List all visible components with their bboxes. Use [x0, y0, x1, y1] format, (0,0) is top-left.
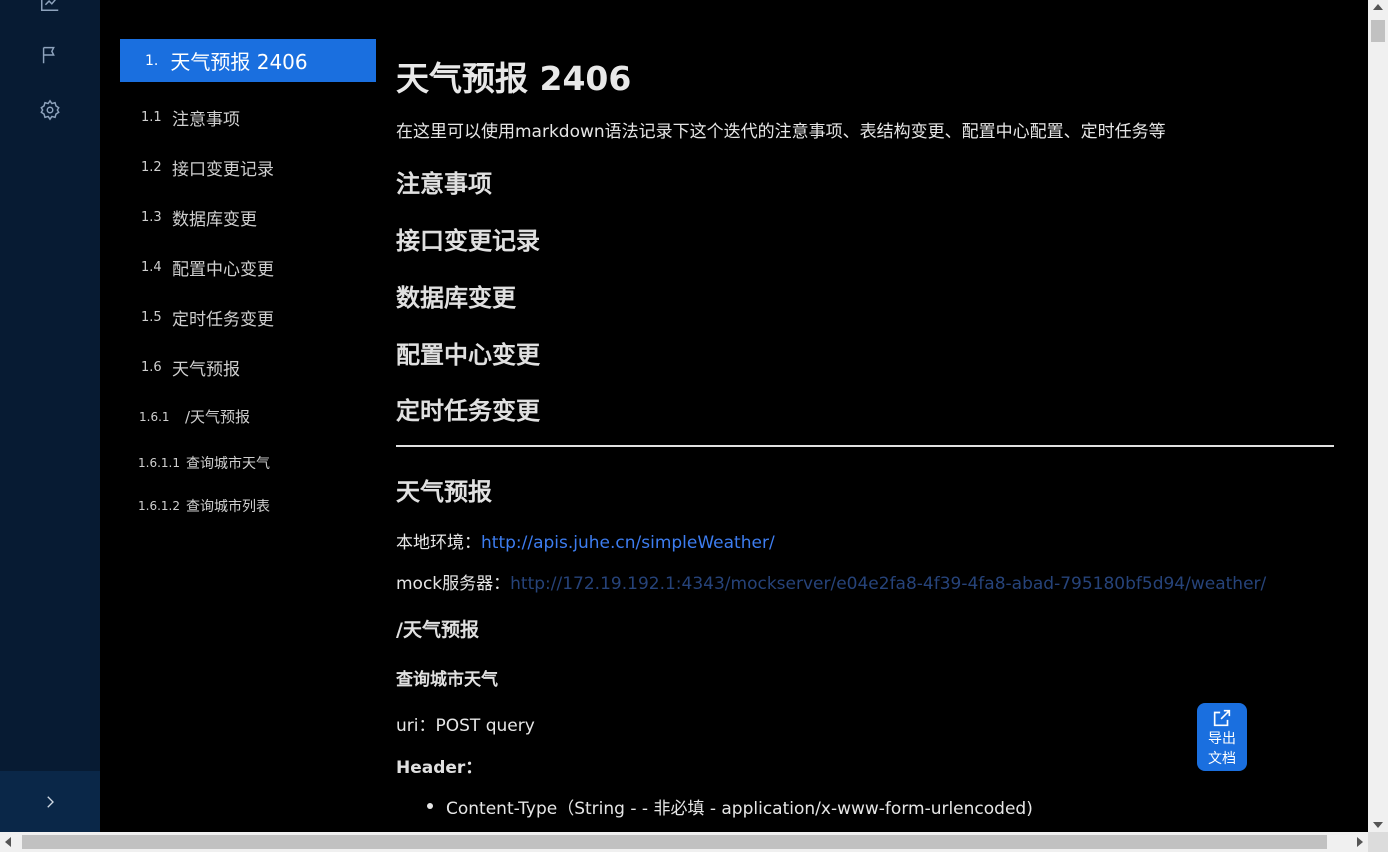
- uri-text: uri：POST query: [396, 716, 535, 736]
- horizontal-scroll-thumb[interactable]: [22, 835, 1327, 849]
- left-rail: [0, 0, 100, 832]
- scroll-down-arrow[interactable]: [1373, 822, 1383, 828]
- toc-number: 1.6.1.1: [138, 456, 180, 470]
- scrollbar-corner: [1368, 832, 1388, 852]
- toc-label: 配置中心变更: [172, 260, 274, 280]
- toc-label: 查询城市列表: [186, 499, 270, 515]
- toc-item[interactable]: 1.2 接口变更记录: [120, 155, 274, 180]
- toc-item[interactable]: 1.6.1.1 查询城市天气: [120, 453, 270, 473]
- mock-label: mock服务器：: [396, 574, 511, 594]
- gear-icon[interactable]: [38, 98, 62, 122]
- toc-label: 定时任务变更: [172, 310, 274, 330]
- toc-number: 1.6.1.2: [138, 499, 180, 513]
- section-heading: 定时任务变更: [396, 397, 540, 425]
- toc-number: 1.5: [141, 310, 162, 325]
- header-label: Header：: [396, 758, 483, 778]
- export-label-line2: 文档: [1208, 751, 1236, 767]
- page-title: 天气预报 2406: [396, 59, 632, 98]
- expand-rail-button[interactable]: [0, 771, 100, 832]
- section-heading: 数据库变更: [396, 284, 516, 312]
- toc-label: 查询城市天气: [186, 456, 270, 472]
- toc-label: /天气预报: [185, 408, 251, 426]
- toc-item[interactable]: 1.4 配置中心变更: [120, 255, 274, 280]
- local-env-label: 本地环境：: [396, 533, 481, 553]
- vertical-scroll-thumb[interactable]: [1371, 20, 1385, 42]
- section-heading: 配置中心变更: [396, 341, 540, 369]
- toc-item-active[interactable]: 1. 天气预报 2406: [120, 39, 376, 82]
- mock-server-link[interactable]: http://172.19.192.1:4343/mockserver/e04e…: [510, 574, 1266, 594]
- chart-icon[interactable]: [38, 0, 62, 14]
- toc-number: 1.1: [141, 110, 162, 125]
- toc-item[interactable]: 1.6.1.2 查询城市列表: [120, 496, 270, 516]
- intro-text: 在这里可以使用markdown语法记录下这个迭代的注意事项、表结构变更、配置中心…: [396, 122, 1166, 142]
- scroll-right-arrow[interactable]: [1357, 837, 1363, 847]
- export-document-button[interactable]: 导出 文档: [1197, 703, 1247, 771]
- scroll-up-arrow[interactable]: [1373, 4, 1383, 10]
- toc-item[interactable]: 1.6.1 /天气预报: [120, 406, 250, 427]
- toc-label: 注意事项: [172, 110, 240, 130]
- toc-number: 1.4: [141, 260, 162, 275]
- flag-icon[interactable]: [38, 43, 62, 67]
- toc-label: 天气预报: [172, 360, 240, 380]
- toc-number: 1.: [145, 52, 159, 69]
- path-heading: /天气预报: [396, 619, 479, 641]
- external-link-icon: [1213, 709, 1231, 727]
- toc-label: 接口变更记录: [172, 160, 274, 180]
- export-label-line1: 导出: [1208, 731, 1236, 747]
- divider: [396, 445, 1334, 447]
- toc-number: 1.2: [141, 160, 162, 175]
- vertical-scrollbar[interactable]: [1368, 0, 1388, 832]
- table-of-contents: 1. 天气预报 2406 1.1 注意事项 1.2 接口变更记录 1.3 数据库…: [120, 39, 376, 515]
- toc-number: 1.6.1: [139, 409, 170, 424]
- section-heading: 注意事项: [396, 170, 492, 198]
- toc-label: 天气预报 2406: [170, 50, 308, 74]
- mock-server-line: mock服务器：http://172.19.192.1:4343/mockser…: [396, 569, 1266, 594]
- header-list-item: Content-Type（String - - 非必填 - applicatio…: [396, 794, 1033, 819]
- horizontal-scrollbar[interactable]: [0, 832, 1368, 852]
- toc-number: 1.3: [141, 210, 162, 225]
- local-env-line: 本地环境：http://apis.juhe.cn/simpleWeather/: [396, 528, 775, 553]
- toc-item[interactable]: 1.5 定时任务变更: [120, 305, 274, 330]
- api-heading: 查询城市天气: [396, 670, 498, 690]
- weather-heading: 天气预报: [396, 478, 492, 506]
- toc-item[interactable]: 1.1 注意事项: [120, 105, 240, 130]
- section-heading: 接口变更记录: [396, 227, 540, 255]
- toc-item[interactable]: 1.3 数据库变更: [120, 205, 257, 230]
- toc-item[interactable]: 1.6 天气预报: [120, 355, 240, 380]
- chevron-right-icon: [47, 795, 54, 808]
- scroll-left-arrow[interactable]: [5, 837, 11, 847]
- local-env-link[interactable]: http://apis.juhe.cn/simpleWeather/: [481, 533, 775, 553]
- toc-number: 1.6: [141, 360, 162, 375]
- toc-label: 数据库变更: [172, 210, 257, 230]
